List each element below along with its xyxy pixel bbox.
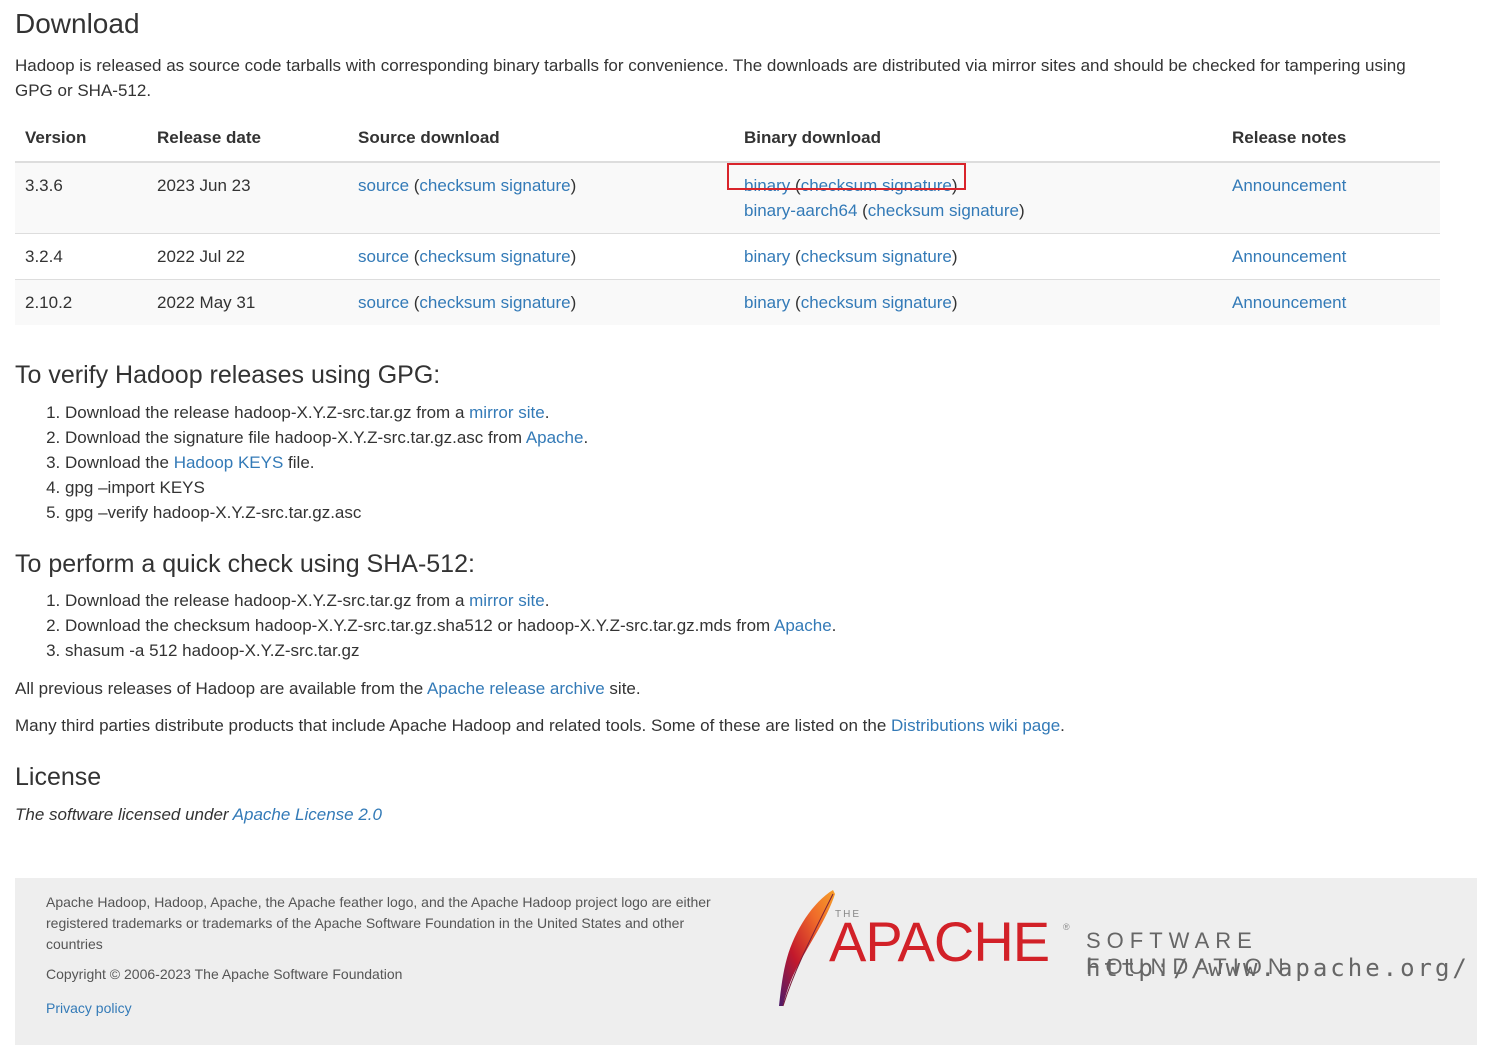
archive-paragraph: All previous releases of Hadoop are avai…: [15, 676, 641, 701]
license-paragraph: The software licensed under Apache Licen…: [15, 802, 382, 827]
sha-heading: To perform a quick check using SHA-512:: [15, 550, 475, 578]
table-row: 3.2.4 2022 Jul 22 source (checksum signa…: [15, 233, 1440, 280]
binary-link[interactable]: binary: [744, 293, 790, 312]
list-item: Download the signature file hadoop-X.Y.Z…: [65, 425, 588, 450]
step-text: .: [544, 403, 550, 422]
binary-cell: binary (checksum signature): [734, 279, 1222, 325]
license-heading: License: [15, 763, 102, 791]
date-cell: 2022 May 31: [147, 279, 348, 325]
archive-text: All previous releases of Hadoop are avai…: [15, 679, 428, 698]
apache-link[interactable]: Apache: [526, 428, 584, 447]
announcement-link[interactable]: Announcement: [1232, 293, 1346, 312]
release-archive-link[interactable]: Apache release archive: [427, 679, 605, 698]
header-version: Version: [15, 115, 147, 163]
announcement-link[interactable]: Announcement: [1232, 176, 1346, 195]
list-item: Download the Hadoop KEYS file.: [65, 450, 588, 475]
notes-cell: Announcement: [1222, 161, 1440, 234]
table-row: 3.3.6 2023 Jun 23 source (checksum signa…: [15, 161, 1440, 234]
mirror-site-link[interactable]: mirror site: [469, 403, 545, 422]
table-header-row: Version Release date Source download Bin…: [15, 115, 1440, 163]
page: Download Hadoop is released as source co…: [0, 0, 1491, 1060]
step-text: Download the checksum hadoop-X.Y.Z-src.t…: [65, 616, 774, 635]
intro-text: Hadoop is released as source code tarbal…: [15, 56, 1406, 100]
mirror-site-link[interactable]: mirror site: [469, 591, 545, 610]
trademark-text: Apache Hadoop, Hadoop, Apache, the Apach…: [46, 894, 711, 952]
binary-cell: binary (checksum signature): [734, 233, 1222, 280]
logo-apache-text: APACHE: [829, 910, 1050, 973]
list-item: gpg –import KEYS: [65, 475, 588, 500]
source-link[interactable]: source: [358, 176, 409, 195]
notes-cell: Announcement: [1222, 279, 1440, 325]
source-cell: source (checksum signature): [348, 161, 734, 234]
license-text: The software licensed under: [15, 805, 233, 824]
binary-aarch64-checksum-link[interactable]: checksum signature: [868, 201, 1019, 220]
thirdparty-paragraph: Many third parties distribute products t…: [15, 713, 1065, 738]
source-checksum-link[interactable]: checksum signature: [419, 176, 570, 195]
logo-url-text: http://www.apache.org/: [1086, 954, 1470, 982]
page-title: Download: [15, 8, 140, 39]
binary-checksum-link[interactable]: checksum signature: [801, 293, 952, 312]
version-cell: 2.10.2: [15, 279, 147, 325]
step-text: Download the release hadoop-X.Y.Z-src.ta…: [65, 403, 470, 422]
step-text: .: [583, 428, 589, 447]
header-binary-download: Binary download: [734, 115, 1222, 163]
archive-text: site.: [604, 679, 641, 698]
thirdparty-text: Many third parties distribute products t…: [15, 716, 892, 735]
hadoop-keys-link[interactable]: Hadoop KEYS: [174, 453, 284, 472]
notes-cell: Announcement: [1222, 233, 1440, 280]
source-cell: source (checksum signature): [348, 279, 734, 325]
source-checksum-link[interactable]: checksum signature: [419, 293, 570, 312]
source-checksum-link[interactable]: checksum signature: [419, 247, 570, 266]
logo-registered-mark: ®: [1063, 922, 1070, 932]
thirdparty-text: .: [1060, 716, 1065, 735]
source-cell: source (checksum signature): [348, 233, 734, 280]
privacy-policy-link[interactable]: Privacy policy: [46, 1000, 132, 1016]
date-cell: 2022 Jul 22: [147, 233, 348, 280]
binary-checksum-link[interactable]: checksum signature: [801, 176, 952, 195]
releases-table: Version Release date Source download Bin…: [15, 115, 1440, 325]
binary-cell: binary (checksum signature) binary-aarch…: [727, 161, 1222, 234]
list-item: gpg –verify hadoop-X.Y.Z-src.tar.gz.asc: [65, 500, 588, 525]
header-source-download: Source download: [348, 115, 734, 163]
binary-link[interactable]: binary: [744, 247, 790, 266]
sha-steps-list: Download the release hadoop-X.Y.Z-src.ta…: [15, 588, 836, 663]
header-release-notes: Release notes: [1222, 115, 1440, 163]
date-cell: 2023 Jun 23: [147, 161, 348, 234]
highlighted-binary: binary (checksum signature): [727, 163, 966, 195]
step-text: file.: [283, 453, 315, 472]
announcement-link[interactable]: Announcement: [1232, 247, 1346, 266]
step-text: Download the: [65, 453, 174, 472]
apache-license-link[interactable]: Apache License 2.0: [233, 805, 382, 824]
version-cell: 3.3.6: [15, 161, 147, 234]
version-cell: 3.2.4: [15, 233, 147, 280]
list-item: Download the checksum hadoop-X.Y.Z-src.t…: [65, 613, 836, 638]
step-text: Download the signature file hadoop-X.Y.Z…: [65, 428, 526, 447]
step-text: Download the release hadoop-X.Y.Z-src.ta…: [65, 591, 470, 610]
gpg-steps-list: Download the release hadoop-X.Y.Z-src.ta…: [15, 400, 588, 525]
list-item: Download the release hadoop-X.Y.Z-src.ta…: [65, 588, 836, 613]
table-row: 2.10.2 2022 May 31 source (checksum sign…: [15, 279, 1440, 325]
source-link[interactable]: source: [358, 247, 409, 266]
binary-link[interactable]: binary: [744, 176, 790, 195]
footer: Apache Hadoop, Hadoop, Apache, the Apach…: [15, 878, 1477, 1045]
step-text: .: [544, 591, 550, 610]
source-link[interactable]: source: [358, 293, 409, 312]
list-item: shasum -a 512 hadoop-X.Y.Z-src.tar.gz: [65, 638, 836, 663]
binary-aarch64-link[interactable]: binary-aarch64: [744, 201, 857, 220]
gpg-heading: To verify Hadoop releases using GPG:: [15, 361, 441, 389]
header-release-date: Release date: [147, 115, 348, 163]
distributions-wiki-link[interactable]: Distributions wiki page: [891, 716, 1060, 735]
binary-checksum-link[interactable]: checksum signature: [801, 247, 952, 266]
step-text: .: [831, 616, 837, 635]
list-item: Download the release hadoop-X.Y.Z-src.ta…: [65, 400, 588, 425]
apache-logo[interactable]: THE APACHE ® SOFTWARE FOUNDATION http://…: [765, 886, 1467, 1011]
apache-link[interactable]: Apache: [774, 616, 832, 635]
copyright-text: Copyright © 2006-2023 The Apache Softwar…: [46, 966, 403, 982]
